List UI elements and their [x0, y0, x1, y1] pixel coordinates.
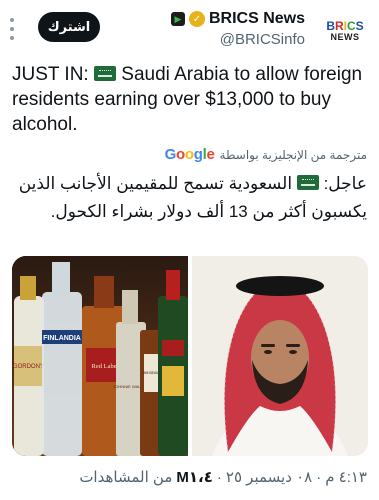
meta-separator: ·: [216, 469, 222, 486]
account-name[interactable]: BRICS News: [209, 10, 305, 28]
account-handle[interactable]: @BRICSinfo: [171, 31, 305, 48]
saudi-flag-icon: [94, 66, 116, 81]
account-info[interactable]: ▶ ✓ BRICS News @BRICSinfo: [170, 10, 305, 48]
avatar-logo-text: BRICS: [326, 19, 364, 33]
translated-prefix: عاجل:: [323, 174, 367, 193]
tweet-date[interactable]: ٠٨ ديسمبر ٢٥: [226, 468, 312, 486]
tweet-time[interactable]: ٤:١٣ م: [325, 468, 367, 486]
google-logo: Google: [164, 146, 215, 163]
label-gordons: GORDON'S: [13, 364, 45, 370]
tweet-text: JUST IN: Saudi Arabia to allow foreign r…: [12, 62, 368, 137]
tweet-prefix: JUST IN:: [12, 64, 89, 85]
translated-by-label: مترجمة من الإنجليزية بواسطة: [219, 147, 367, 162]
translation-attribution[interactable]: Google مترجمة من الإنجليزية بواسطة: [165, 146, 367, 163]
saudi-flag-icon: [296, 175, 319, 190]
label-red-label: Red Label: [92, 363, 119, 370]
media-image-alcohol-bottles[interactable]: GORDON'S FINLANDIA Red Label JOHNNIE WAL…: [12, 256, 188, 456]
views-count: M١،٤: [176, 469, 213, 486]
avatar-logo-subtext: NEWS: [330, 32, 360, 42]
tweet-metadata: ٤:١٣ م · ٠٨ ديسمبر ٢٥ · M١،٤ من المشاهدا…: [79, 468, 367, 486]
more-options-icon[interactable]: [10, 18, 16, 40]
views-label: من المشاهدات: [79, 469, 173, 486]
media-grid[interactable]: GORDON'S FINLANDIA Red Label JOHNNIE WAL…: [12, 256, 368, 456]
portrait-illustration: [192, 256, 368, 456]
affiliate-badge-icon: ▶: [170, 12, 185, 26]
tweet-header: اشترك ▶ ✓ BRICS News @BRICSinfo BRICS NE…: [0, 0, 379, 58]
avatar[interactable]: BRICS NEWS: [323, 14, 367, 48]
translated-text: عاجل: السعودية تسمح للمقيمين الأجانب الذ…: [11, 170, 367, 226]
label-finlandia: FINLANDIA: [43, 335, 81, 342]
label-jim-beam: JIM BEAM: [143, 371, 160, 375]
subscribe-button[interactable]: اشترك: [38, 12, 100, 42]
meta-separator: ·: [316, 469, 322, 486]
verified-badge-icon: ✓: [188, 11, 205, 27]
media-image-portrait[interactable]: [192, 256, 368, 456]
bottles-illustration: GORDON'S FINLANDIA Red Label JOHNNIE WAL…: [12, 256, 188, 456]
